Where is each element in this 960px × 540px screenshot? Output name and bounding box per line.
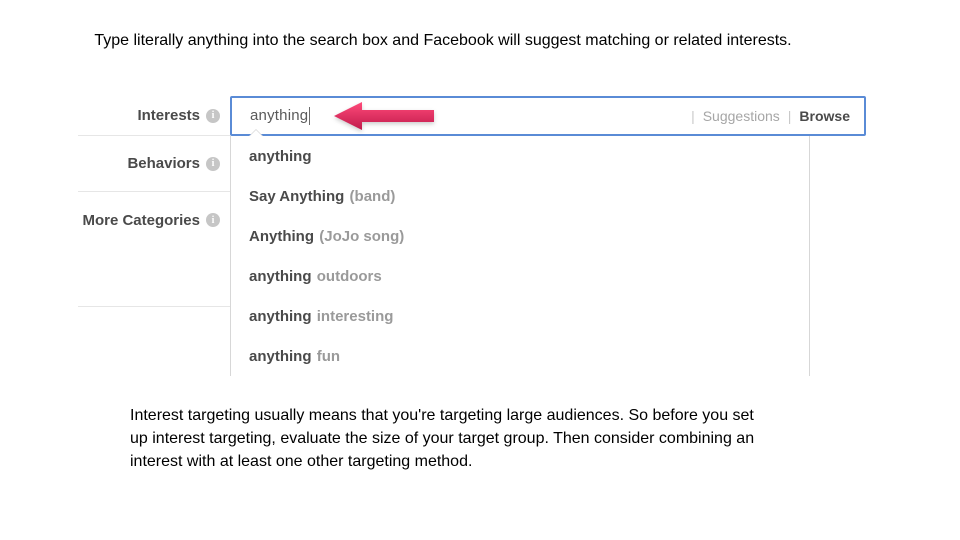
search-action-links: | Suggestions | Browse — [691, 108, 864, 124]
suggestions-link[interactable]: Suggestions — [703, 108, 780, 124]
suggestion-item[interactable]: Say Anything (band) — [231, 176, 809, 216]
caption-bottom: Interest targeting usually means that yo… — [130, 404, 770, 474]
suggestion-text: anything — [249, 308, 312, 325]
suggestion-text: anything — [249, 148, 312, 165]
dropdown-caret-icon — [249, 129, 263, 136]
divider — [78, 306, 230, 307]
interest-search-input[interactable]: anything | Suggestions | Browse — [230, 96, 866, 136]
info-icon[interactable]: i — [206, 157, 220, 171]
suggestion-suffix: outdoors — [317, 268, 382, 285]
caption-top: Type literally anything into the search … — [78, 30, 808, 52]
search-input-value: anything — [232, 107, 310, 125]
suggestion-item[interactable]: anything outdoors — [231, 256, 809, 296]
suggestion-text: anything — [249, 268, 312, 285]
sidebar-item-label: Interests — [137, 107, 200, 124]
suggestion-text: anything — [249, 348, 312, 365]
suggestion-suffix: (band) — [350, 188, 396, 205]
sidebar-item-more-categories[interactable]: More Categories i — [78, 192, 230, 248]
divider: | — [788, 108, 792, 124]
suggestion-suffix: fun — [317, 348, 340, 365]
sidebar-item-label: Behaviors — [127, 155, 200, 172]
browse-link[interactable]: Browse — [799, 108, 850, 124]
suggestions-dropdown: anything Say Anything (band) Anything (J… — [230, 136, 810, 376]
info-icon[interactable]: i — [206, 213, 220, 227]
suggestion-suffix: (JoJo song) — [319, 228, 404, 245]
divider: | — [691, 108, 695, 124]
suggestion-item[interactable]: anything fun — [231, 336, 809, 376]
suggestion-item[interactable]: anything interesting — [231, 296, 809, 336]
suggestion-item[interactable]: Anything (JoJo song) — [231, 216, 809, 256]
sidebar: Interests i Behaviors i More Categories … — [78, 96, 230, 248]
info-icon[interactable]: i — [206, 109, 220, 123]
suggestion-text: Say Anything — [249, 188, 344, 205]
sidebar-item-label: More Categories — [82, 212, 200, 229]
suggestion-item[interactable]: anything — [231, 136, 809, 176]
suggestion-suffix: interesting — [317, 308, 394, 325]
suggestion-text: Anything — [249, 228, 314, 245]
targeting-panel: Interests i Behaviors i More Categories … — [78, 96, 866, 376]
sidebar-item-behaviors[interactable]: Behaviors i — [78, 136, 230, 192]
sidebar-item-interests[interactable]: Interests i — [78, 96, 230, 136]
